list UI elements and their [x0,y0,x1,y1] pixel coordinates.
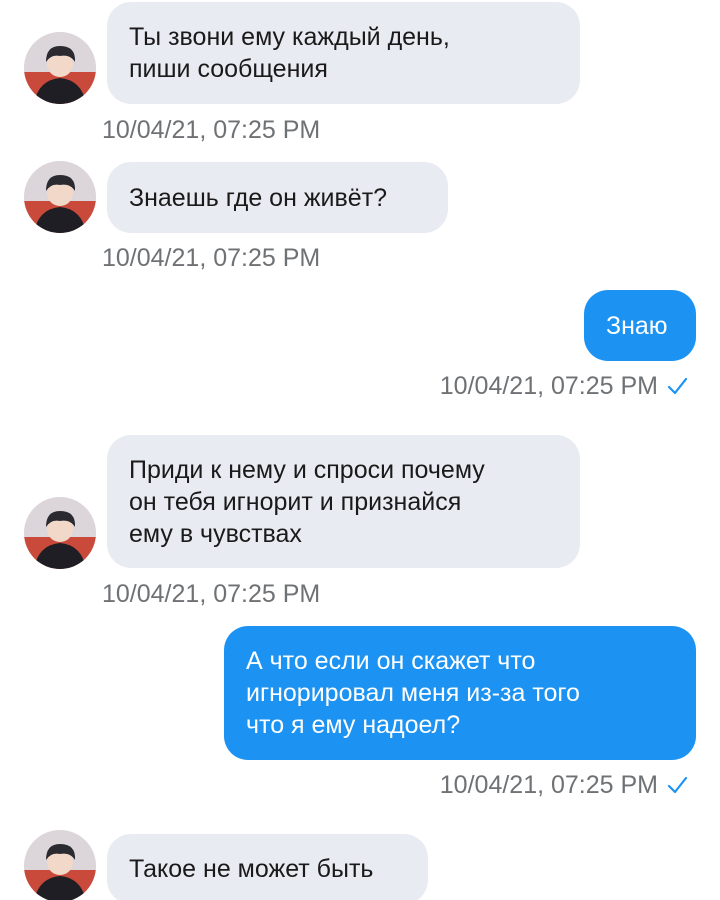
message-text: он тебя игнорит и признайся [129,487,462,516]
message-text: игнорировал меня из-за того [246,679,580,707]
avatar-photo-icon [24,497,96,569]
message-bubble-incoming[interactable]: Такое не может быть [107,834,428,900]
message-text: Приди к нему и спроси почему [129,455,485,484]
message-text: ему в чувствах [129,519,302,548]
message-text: Знаю [606,311,668,340]
avatar-photo-icon [24,830,96,900]
message-timestamp: 10/04/21, 07:25 PM [102,244,321,272]
message-text: Ты звони ему каждый день, [129,23,450,51]
message-bubble-incoming[interactable]: Знаешь где он живёт? [107,162,448,233]
avatar[interactable] [24,497,96,569]
message-text: Знаешь где он живёт? [129,183,388,212]
check-icon [667,377,688,395]
message-timestamp: 10/04/21, 07:25 PM [102,580,321,608]
message-bubble-incoming[interactable]: Ты звони ему каждый день, пиши сообщения [107,2,580,104]
message-timestamp: 10/04/21, 07:25 PM [102,116,321,144]
check-icon [667,776,688,794]
chat-thread[interactable]: Ты звони ему каждый день, пиши сообщения… [0,0,720,900]
avatar[interactable] [24,830,96,900]
message-bubble-outgoing[interactable]: Знаю [584,290,696,361]
message-timestamp: 10/04/21, 07:25 PM [439,372,658,400]
message-text: что я ему надоел? [246,711,461,739]
avatar[interactable] [24,161,96,233]
message-timestamp: 10/04/21, 07:25 PM [439,771,658,799]
message-bubble-outgoing[interactable]: А что если он скажет что игнорировал мен… [224,626,696,760]
message-text: А что если он скажет что [246,647,536,675]
avatar-photo-icon [24,32,96,104]
avatar[interactable] [24,32,96,104]
message-text: пиши сообщения [129,55,328,83]
message-bubble-incoming[interactable]: Приди к нему и спроси почему он тебя игн… [107,435,580,568]
message-text: Такое не может быть [129,855,374,883]
avatar-photo-icon [24,161,96,233]
